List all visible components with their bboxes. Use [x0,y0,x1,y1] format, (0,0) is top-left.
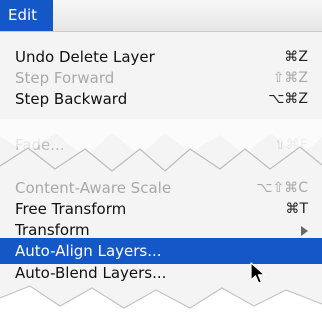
menu-item-label: Step Backward [15,90,128,108]
torn-edge-graphic-bottom [0,285,322,316]
menu-item-shortcut: ⌥⌘Z [268,91,308,107]
menu-item-label: Auto-Blend Layers... [15,264,167,282]
menu-item-auto-blend-layers[interactable]: Auto-Blend Layers... [0,260,322,286]
menu-bar: Edit [0,0,322,32]
menu-item-step-backward[interactable]: Step Backward ⌥⌘Z [0,86,322,112]
edit-menu-dropdown: Undo Delete Layer ⌘Z Step Forward ⇧⌘Z St… [0,32,322,316]
mouse-pointer-icon [250,262,266,284]
submenu-arrow-icon [301,226,308,236]
edit-menu-title[interactable]: Edit [0,0,53,31]
